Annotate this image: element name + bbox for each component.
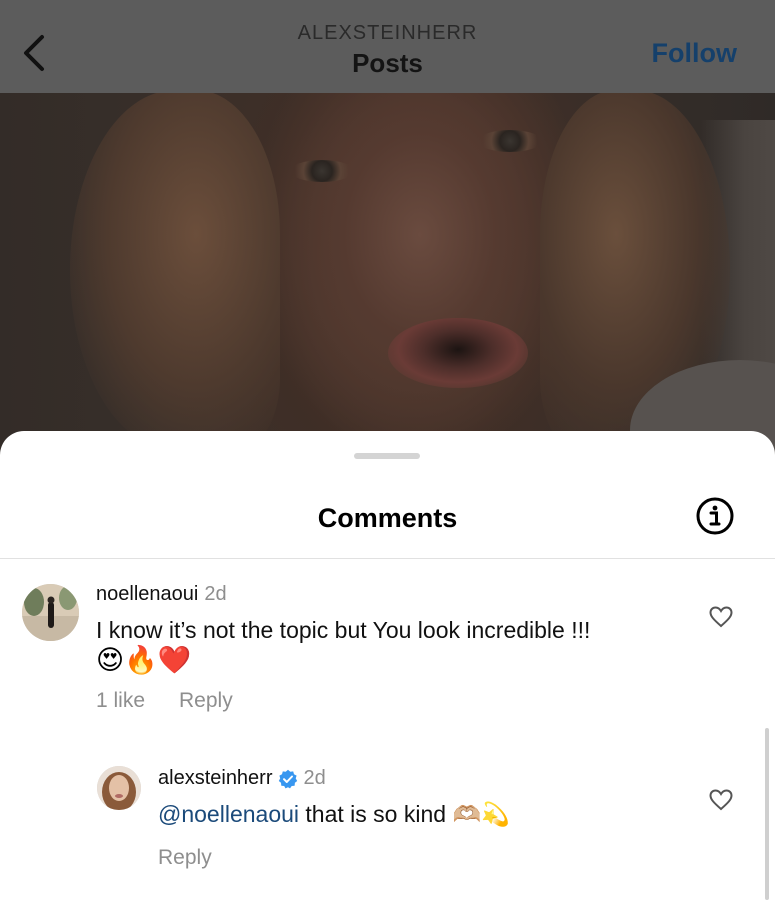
reply-body: @noellenaoui that is so kind 🫶🏼💫	[158, 799, 718, 829]
follow-button[interactable]: Follow	[652, 38, 737, 69]
avatar[interactable]	[22, 584, 79, 641]
photo-eye-right	[478, 130, 542, 152]
reply-like-button[interactable]	[709, 789, 733, 811]
info-button[interactable]	[696, 497, 734, 535]
top-nav-bar: ALEXSTEINHERR Posts Follow	[0, 0, 775, 93]
photo-hair-left	[70, 90, 280, 450]
comment-emoji: 😍🔥❤️	[96, 645, 192, 675]
comments-sheet: Comments noellenaoui 2d I know it’s not t…	[0, 431, 775, 900]
sheet-divider	[0, 558, 775, 559]
comment-username[interactable]: noellenaoui	[96, 583, 198, 605]
avatar-image	[97, 766, 141, 810]
comment-header: noellenaoui 2d	[96, 583, 227, 606]
reply-username[interactable]: alexsteinherr	[158, 767, 273, 790]
info-icon	[696, 497, 734, 535]
reply-text: that is so kind	[305, 801, 447, 827]
reply-reply-button[interactable]: Reply	[158, 846, 212, 870]
reply-mention[interactable]: @noellenaoui	[158, 801, 299, 827]
avatar-image	[22, 584, 79, 641]
photo-eye-left	[290, 160, 354, 182]
heart-icon	[709, 789, 733, 811]
heart-icon	[709, 606, 733, 628]
reply-emoji: 🫶🏼💫	[452, 801, 510, 827]
reply-time: 2d	[303, 767, 326, 789]
comment-text: I know it’s not the topic but You look i…	[96, 617, 591, 643]
verified-badge-icon	[278, 769, 297, 788]
comment-likes[interactable]: 1 like	[96, 689, 145, 713]
scrollbar[interactable]	[765, 728, 769, 900]
comment-time: 2d	[204, 583, 227, 605]
sheet-title: Comments	[317, 503, 458, 533]
photo-lips	[388, 318, 528, 388]
reply-header: alexsteinherr 2d	[158, 767, 326, 790]
comment-reply-button[interactable]: Reply	[179, 689, 233, 713]
sheet-grabber[interactable]	[354, 453, 420, 459]
comment-like-button[interactable]	[709, 606, 733, 628]
reply-avatar[interactable]	[97, 766, 141, 810]
